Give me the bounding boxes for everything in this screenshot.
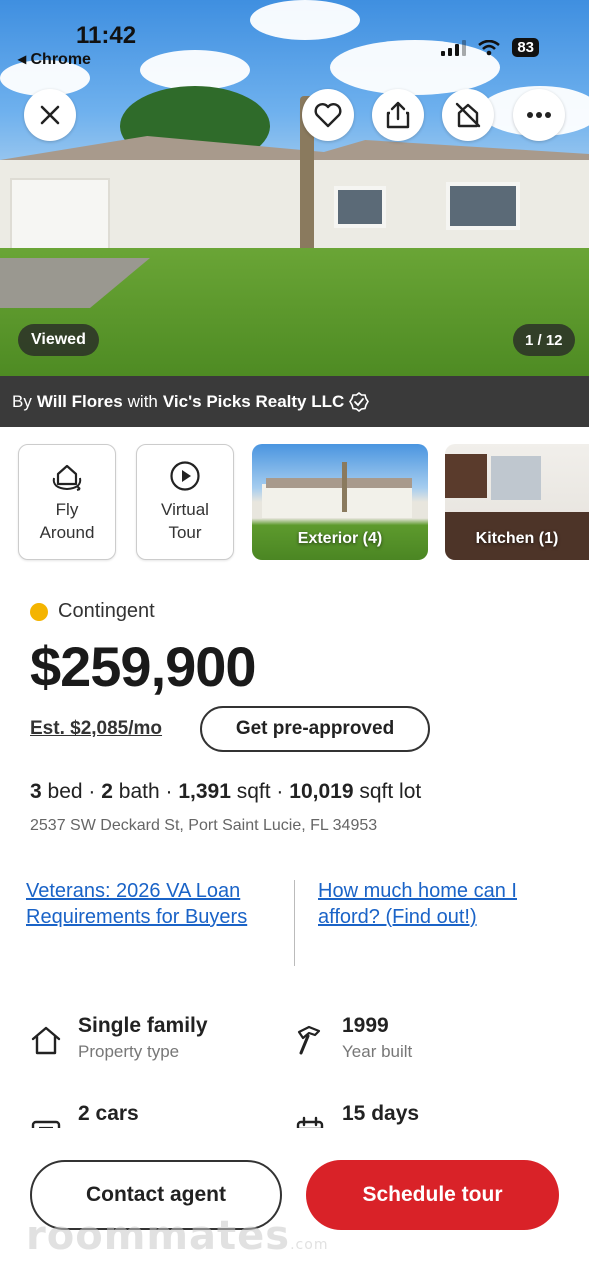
close-button[interactable] (24, 89, 76, 141)
va-loan-link[interactable]: Veterans: 2026 VA Loan Requirements for … (26, 878, 247, 930)
sqft-label: sqft (236, 780, 271, 803)
brokerage-name: Vic's Picks Realty LLC (162, 391, 345, 411)
fly-around-icon (52, 464, 82, 491)
hammer-icon (297, 1025, 321, 1055)
play-icon (170, 461, 200, 491)
baths-value: 2 (101, 780, 113, 803)
sqft-value: 1,391 (178, 780, 231, 803)
wifi-icon (478, 39, 501, 55)
property-type-value: Single family (78, 1014, 208, 1037)
afford-line-1: How much home can I (318, 880, 517, 902)
agent-name: Will Flores (36, 391, 123, 411)
va-loan-line-1: Veterans: 2026 VA Loan (26, 880, 241, 902)
links-divider (294, 880, 295, 966)
virtual-tour-button[interactable]: Virtual Tour (136, 444, 234, 560)
viewed-badge: Viewed (18, 324, 99, 356)
status-label: Contingent (58, 600, 155, 622)
hide-home-icon (455, 102, 481, 128)
property-type-label: Property type (78, 1042, 180, 1061)
schedule-tour-button[interactable]: Schedule tour (306, 1160, 559, 1230)
lot-label: sqft lot (359, 780, 422, 803)
year-built-label: Year built (342, 1042, 413, 1061)
hide-listing-button[interactable] (442, 89, 494, 141)
back-to-app-link[interactable]: ◂ Chrome (18, 49, 91, 69)
status-icons: 83 (441, 38, 539, 57)
year-built-value: 1999 (342, 1014, 389, 1037)
status-time: 11:42 (76, 22, 137, 49)
fly-label-1: Fly (55, 500, 79, 519)
baths-label: bath (118, 780, 160, 803)
va-loan-line-2: Requirements for Buyers (26, 906, 248, 928)
tour-label-2: Tour (168, 523, 202, 542)
signal-icon (441, 39, 467, 56)
hero-photo[interactable]: 11:42 ◂ Chrome 83 Viewed 1 / 12 (0, 0, 589, 376)
share-button[interactable] (372, 89, 424, 141)
favorite-button[interactable] (302, 89, 354, 141)
kitchen-photos-tile[interactable]: Kitchen (1) (445, 444, 589, 560)
battery-indicator: 83 (512, 38, 539, 57)
detail-property-type: Single family Property type (28, 1014, 208, 1062)
listing-price: $259,900 (30, 635, 257, 698)
kitchen-label: Kitchen (1) (475, 530, 559, 547)
estimated-payment-link[interactable]: Est. $2,085/mo (30, 718, 162, 740)
lot-value: 10,019 (289, 780, 354, 803)
back-app-label: Chrome (30, 51, 91, 68)
exterior-label: Exterior (4) (297, 530, 383, 547)
property-address: 2537 SW Deckard St, Port Saint Lucie, FL… (30, 817, 378, 834)
verified-icon (349, 391, 370, 412)
listing-agent-bar: By Will Flores with Vic's Picks Realty L… (0, 376, 589, 427)
by-label: By (12, 391, 32, 411)
afford-line-2: afford? (Find out!) (318, 906, 477, 928)
with-label: with (127, 391, 158, 411)
photo-counter: 1 / 12 (513, 324, 575, 356)
parking-value: 2 cars (78, 1102, 139, 1125)
watermark-text: roommates (26, 1213, 291, 1259)
watermark-suffix: .com (290, 1237, 329, 1253)
home-facts: 3 bed · 2 bath · 1,391 sqft · 10,019 sqf… (30, 780, 422, 803)
heart-icon (314, 103, 342, 128)
close-icon (40, 105, 60, 125)
get-pre-approved-button[interactable]: Get pre-approved (200, 706, 430, 752)
fly-around-button[interactable]: Fly Around (18, 444, 116, 560)
exterior-photos-tile[interactable]: Exterior (4) (252, 444, 428, 560)
watermark: roommates.com (26, 1213, 328, 1259)
beds-label: bed (47, 780, 83, 803)
listing-status: Contingent (30, 600, 155, 623)
house-icon (31, 1026, 61, 1055)
more-options-button[interactable] (513, 89, 565, 141)
fly-label-2: Around (39, 523, 95, 542)
detail-year-built: 1999 Year built (292, 1014, 412, 1062)
beds-value: 3 (30, 780, 42, 803)
share-icon (386, 101, 410, 129)
status-dot (30, 602, 48, 621)
more-icon (527, 112, 551, 118)
affordability-link[interactable]: How much home can I afford? (Find out!) (318, 878, 517, 930)
days-listed-value: 15 days (342, 1102, 420, 1125)
tour-label-1: Virtual (161, 500, 209, 519)
